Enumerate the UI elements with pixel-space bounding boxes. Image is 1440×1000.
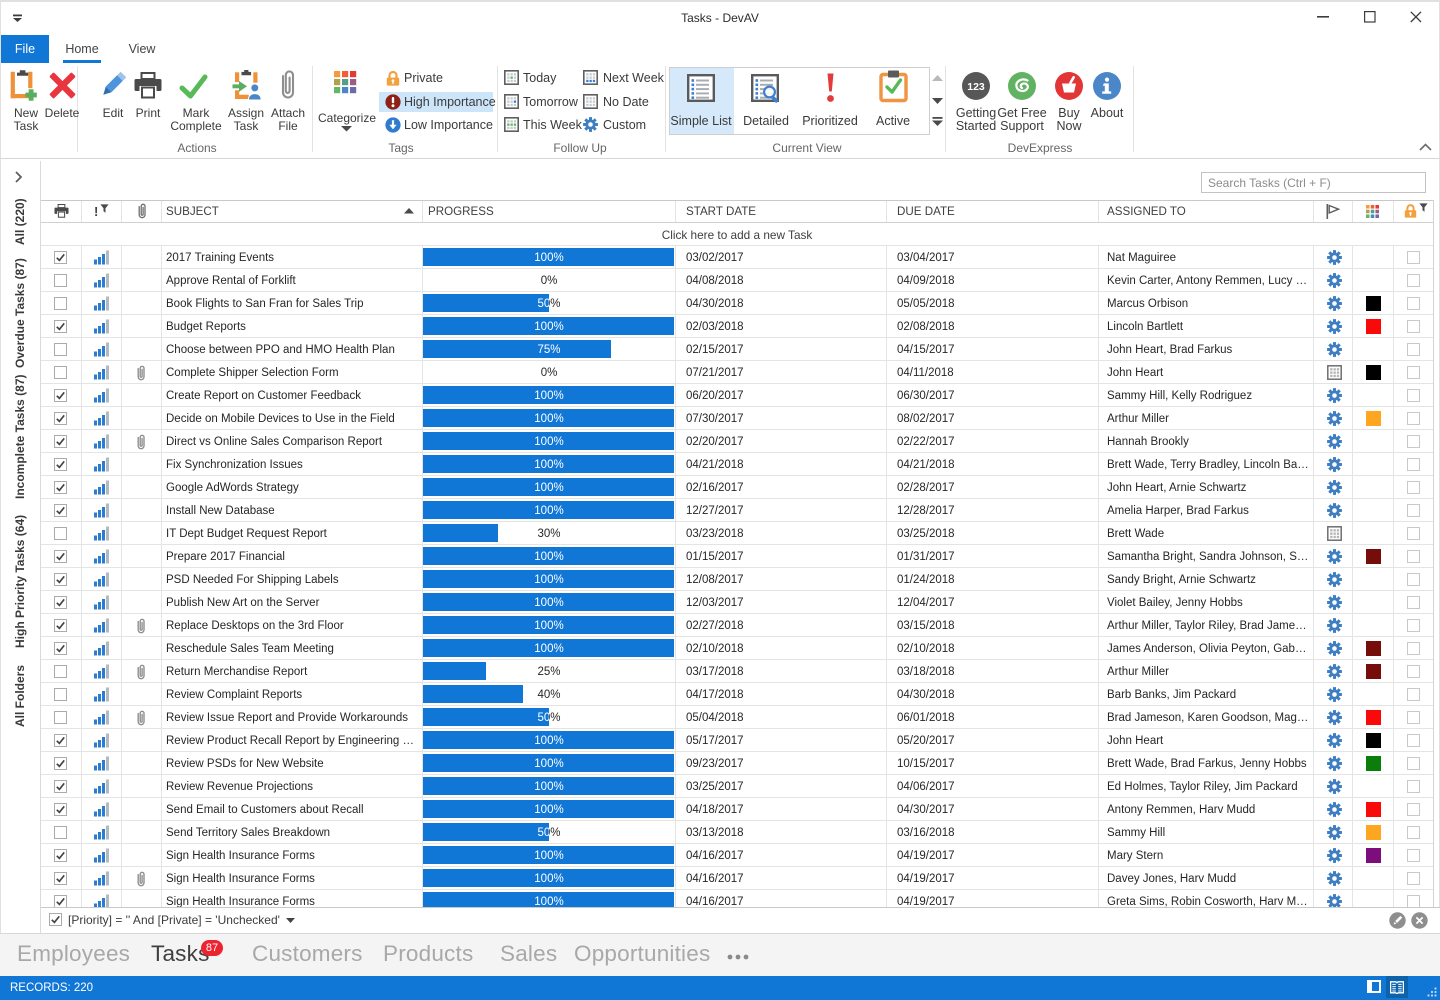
svg-text:123: 123 — [967, 81, 985, 93]
